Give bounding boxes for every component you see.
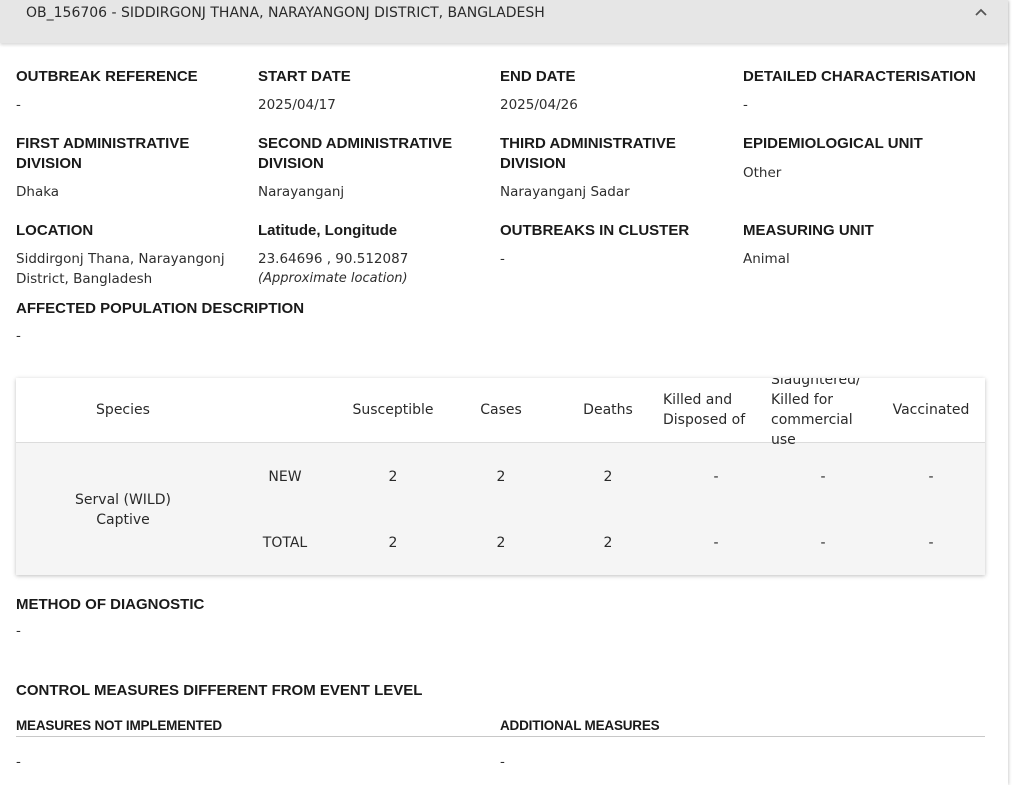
end-date-label: END DATE <box>500 68 576 85</box>
outbreak-header[interactable]: OB_156706 - SIDDIRGONJ THANA, NARAYANGON… <box>0 0 1008 43</box>
divider <box>500 736 985 737</box>
species-cell: Serval (WILD) Captive <box>16 490 230 530</box>
outbreak-reference-label: OUTBREAK REFERENCE <box>16 68 198 85</box>
cell-killed: - <box>713 469 719 485</box>
end-date-value: 2025/04/26 <box>500 97 578 113</box>
second-admin-division-label: SECOND ADMINISTRATIVE DIVISION <box>258 134 452 174</box>
measuring-unit-label: MEASURING UNIT <box>743 222 874 239</box>
header-vaccinated: Vaccinated <box>892 402 970 418</box>
header-slaughtered-line1: Slaughtered/ <box>771 378 861 388</box>
epidemiological-unit-value: Other <box>743 165 782 181</box>
header-susceptible: Susceptible <box>352 402 434 418</box>
header-slaughtered-line3: commercial <box>771 412 853 428</box>
measures-not-implemented-label: MEASURES NOT IMPLEMENTED <box>16 718 222 733</box>
measuring-unit-value: Animal <box>743 251 790 267</box>
detailed-characterisation-value: - <box>743 97 748 113</box>
cell-susceptible: 2 <box>388 469 398 485</box>
cell-vaccinated: - <box>928 469 934 485</box>
epidemiological-unit-label: EPIDEMIOLOGICAL UNIT <box>743 135 923 152</box>
cell-vaccinated: - <box>928 535 934 551</box>
row-type: NEW <box>268 469 302 485</box>
location-label: LOCATION <box>16 222 94 239</box>
second-admin-label-line2: DIVISION <box>258 155 324 172</box>
second-admin-division-value: Narayanganj <box>258 184 345 200</box>
start-date-label: START DATE <box>258 68 351 85</box>
cell-cases: 2 <box>496 469 506 485</box>
header-deaths: Deaths <box>583 402 633 418</box>
first-admin-division-value: Dhaka <box>16 184 60 200</box>
first-admin-label-line2: DIVISION <box>16 155 82 172</box>
header-slaughtered-line2: Killed for <box>771 392 834 408</box>
affected-population-value: - <box>16 328 21 344</box>
cell-slaughtered: - <box>820 535 826 551</box>
control-measures-title: CONTROL MEASURES DIFFERENT FROM EVENT LE… <box>16 682 423 699</box>
species-name: Serval (WILD) <box>75 492 171 508</box>
first-admin-division-label: FIRST ADMINISTRATIVE DIVISION <box>16 134 189 174</box>
third-admin-label-line1: THIRD ADMINISTRATIVE <box>500 135 676 152</box>
additional-measures-value: - <box>500 754 505 770</box>
location-value-line1: Siddirgonj Thana, Narayangonj <box>16 251 225 267</box>
row-type: TOTAL <box>262 535 308 551</box>
cell-slaughtered: - <box>820 469 826 485</box>
cell-deaths: 2 <box>603 535 613 551</box>
third-admin-division-value: Narayanganj Sadar <box>500 184 630 200</box>
location-value-line2: District, Bangladesh <box>16 271 153 287</box>
method-of-diagnostic-label: METHOD OF DIAGNOSTIC <box>16 596 205 613</box>
location-value: Siddirgonj Thana, Narayangonj District, … <box>16 249 225 289</box>
affected-population-label: AFFECTED POPULATION DESCRIPTION <box>16 300 305 317</box>
header-cases: Cases <box>480 402 522 418</box>
cell-deaths: 2 <box>603 469 613 485</box>
start-date-value: 2025/04/17 <box>258 97 336 113</box>
chevron-up-icon[interactable] <box>972 4 990 20</box>
second-admin-label-line1: SECOND ADMINISTRATIVE <box>258 135 453 152</box>
lat-long-coordinates: 23.64696 , 90.512087 <box>258 251 409 267</box>
divider <box>16 736 501 737</box>
outbreak-title: OB_156706 - SIDDIRGONJ THANA, NARAYANGON… <box>26 5 545 21</box>
header-species: Species <box>96 402 150 418</box>
header-slaughtered: Slaughtered/ Killed for commercial use <box>771 378 861 450</box>
table-header: Species Susceptible Cases Deaths Killed … <box>16 378 985 448</box>
third-admin-division-label: THIRD ADMINISTRATIVE DIVISION <box>500 134 676 174</box>
header-killed-line1: Killed and <box>663 392 733 408</box>
header-killed-disposed: Killed and Disposed of <box>663 390 745 430</box>
cell-cases: 2 <box>496 535 506 551</box>
measures-not-implemented-value: - <box>16 754 21 770</box>
header-killed-line2: Disposed of <box>663 412 746 428</box>
outbreak-panel: OB_156706 - SIDDIRGONJ THANA, NARAYANGON… <box>0 0 1008 785</box>
species-status: Captive <box>96 512 150 528</box>
header-slaughtered-line4: use <box>771 432 796 448</box>
outbreaks-in-cluster-label: OUTBREAKS IN CLUSTER <box>500 222 690 239</box>
cell-killed: - <box>713 535 719 551</box>
third-admin-label-line2: DIVISION <box>500 155 566 172</box>
species-table: Species Susceptible Cases Deaths Killed … <box>16 378 985 575</box>
cell-susceptible: 2 <box>388 535 398 551</box>
outbreak-reference-value: - <box>16 97 21 113</box>
outbreaks-in-cluster-value: - <box>500 251 505 267</box>
approximate-location-note: (Approximate location) <box>258 271 408 286</box>
first-admin-label-line1: FIRST ADMINISTRATIVE <box>16 135 190 152</box>
lat-long-value: 23.64696 , 90.512087 (Approximate locati… <box>258 249 408 289</box>
additional-measures-label: ADDITIONAL MEASURES <box>500 718 660 733</box>
detailed-characterisation-label: DETAILED CHARACTERISATION <box>743 68 976 85</box>
method-of-diagnostic-value: - <box>16 623 21 639</box>
lat-long-label: Latitude, Longitude <box>258 222 398 239</box>
